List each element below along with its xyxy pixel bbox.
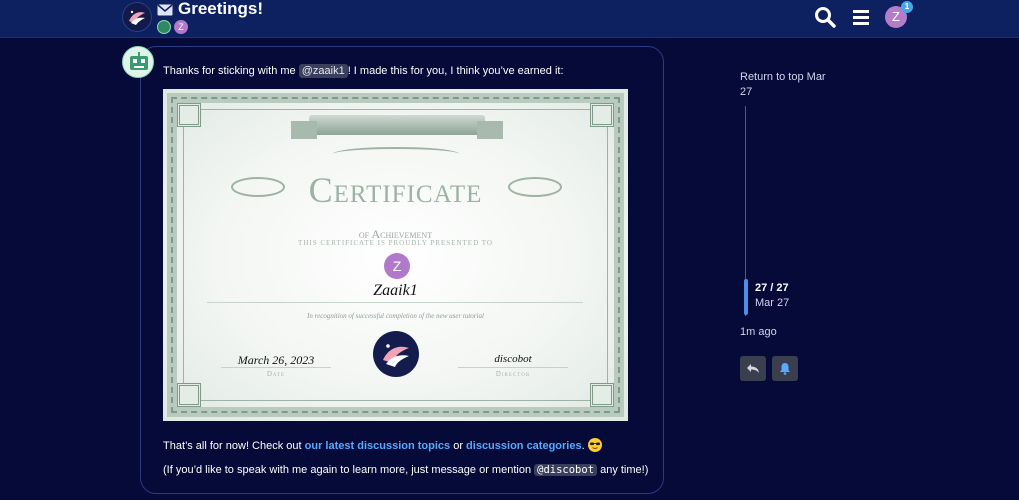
intro-text: Thanks for sticking with me <box>163 65 299 77</box>
certificate-title: Certificate <box>308 170 483 210</box>
certificate-seal <box>373 331 419 377</box>
timeline-handle[interactable] <box>744 279 748 315</box>
search-icon[interactable] <box>813 5 837 29</box>
certificate-presented-text: This certificate is proudly presented to <box>298 239 493 247</box>
post-intro: Thanks for sticking with me @zaaik1! I m… <box>163 64 564 78</box>
menu-icon[interactable] <box>849 5 873 29</box>
help-text-end: any time!) <box>597 464 649 476</box>
outro-or: or <box>450 440 467 452</box>
timeline-post-count: 27 / 27 <box>755 282 789 294</box>
reply-button[interactable] <box>740 356 766 381</box>
discourse-logo-icon <box>383 344 409 367</box>
header-icons: Z 1 <box>813 1 913 29</box>
post-help: (If you’d like to speak with me again to… <box>163 464 648 476</box>
site-logo[interactable] <box>122 2 152 32</box>
certificate-date: March 26, 2023 <box>237 353 315 367</box>
signature-caption: Director <box>495 370 531 378</box>
corner-ornament <box>177 383 201 407</box>
notification-level-button[interactable] <box>772 356 798 381</box>
logo-swoosh-icon <box>129 10 145 25</box>
user-mention[interactable]: @zaaik1 <box>298 64 348 78</box>
discobot-code: @discobot <box>534 464 598 476</box>
user-avatar-small[interactable]: Z <box>174 20 188 34</box>
certificate-divider <box>207 302 583 303</box>
bell-icon <box>780 363 790 375</box>
site-header: Greetings! Z Z 1 <box>0 0 1019 38</box>
sunglasses-emoji-icon <box>587 438 602 452</box>
user-avatar-initial: Z <box>892 9 900 24</box>
help-text: (If you’d like to speak with me again to… <box>163 464 535 476</box>
discobot-avatar[interactable] <box>122 46 154 78</box>
categories-link[interactable]: discussion categories <box>466 440 582 452</box>
topic-title[interactable]: Greetings! <box>178 0 263 19</box>
latest-topics-link[interactable]: our latest discussion topics <box>305 440 450 452</box>
corner-ornament <box>590 103 614 127</box>
date-caption: Date <box>266 370 286 378</box>
post-outro: That’s all for now! Check out our latest… <box>163 438 602 452</box>
discobot-avatar-small[interactable] <box>157 20 171 34</box>
return-to-top-link[interactable]: Return to top Mar 27 <box>740 70 840 100</box>
title-row: Greetings! <box>157 0 263 18</box>
certificate-signature: discobot <box>494 353 532 365</box>
intro-text-end: ! I made this for you, I think you’ve ea… <box>347 65 564 77</box>
certificate-ribbon <box>291 115 503 139</box>
user-avatar[interactable]: Z 1 <box>885 1 913 28</box>
outro-period: . <box>581 440 585 452</box>
certificate-flourish <box>333 147 459 161</box>
signature-line <box>458 367 568 368</box>
corner-ornament <box>177 103 201 127</box>
corner-ornament <box>590 383 614 407</box>
notification-badge: 1 <box>901 1 913 13</box>
certificate-image[interactable]: Certificate of Achievement This certific… <box>163 89 628 421</box>
date-line <box>221 367 331 368</box>
participant-avatars: Z <box>157 20 188 34</box>
timeline-last-activity: 1m ago <box>740 326 777 338</box>
reply-icon <box>747 364 759 373</box>
certificate-recipient-name: Zaaik1 <box>373 282 418 299</box>
certificate-avatar: Z <box>384 253 410 279</box>
outro-text: That’s all for now! Check out <box>163 440 305 452</box>
envelope-icon <box>157 3 173 16</box>
certificate-recognition: In recognition of successful completion … <box>307 312 484 320</box>
timeline-date: Mar 27 <box>755 297 790 309</box>
